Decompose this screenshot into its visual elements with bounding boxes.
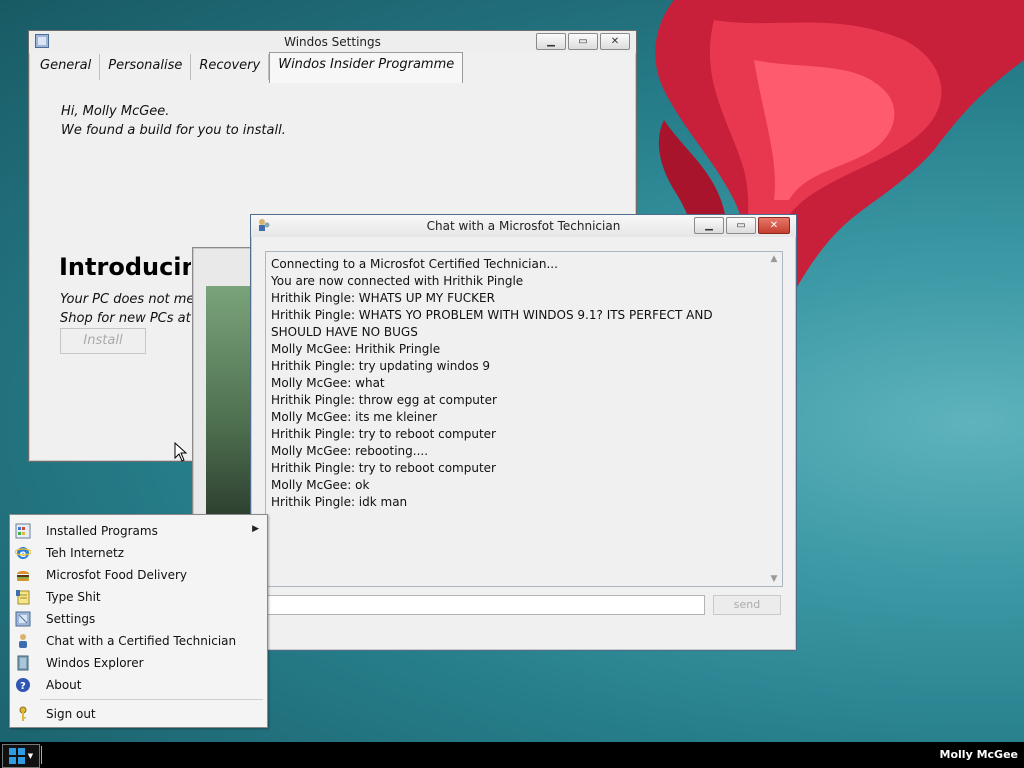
chat-minimize-button[interactable]: ▁ (694, 217, 724, 234)
chat-message: Molly McGee: ok (271, 478, 370, 492)
scroll-down-icon[interactable]: ▼ (766, 574, 782, 584)
chat-message: Hrithik Pingle: throw egg at computer (271, 393, 497, 407)
chat-close-button[interactable]: ✕ (758, 217, 790, 234)
settings-titlebar[interactable]: Windos Settings ▁ ▭ ✕ (29, 31, 636, 53)
tab-recovery[interactable]: Recovery (191, 54, 270, 80)
menu-item-teh-internetz[interactable]: e Teh Internetz (10, 542, 267, 564)
chat-message: Molly McGee: Hrithik Pringle (271, 342, 441, 356)
maximize-icon: ▭ (578, 36, 588, 47)
menu-item-label: Microsfot Food Delivery (46, 568, 188, 582)
menu-item-label: Sign out (46, 707, 96, 721)
chat-log[interactable]: Connecting to a Microsfot Certified Tech… (265, 251, 783, 587)
tab-personalise[interactable]: Personalise (100, 54, 192, 80)
minimize-icon: ▁ (547, 36, 555, 47)
chat-message: Molly McGee: what (271, 376, 385, 390)
chat-message: Hrithik Pingle: WHATS YO PROBLEM WITH WI… (271, 308, 713, 339)
chat-message: Hrithik Pingle: try to reboot computer (271, 427, 496, 441)
menu-item-label: Windos Explorer (46, 656, 144, 670)
menu-separator (40, 699, 263, 700)
chat-message: Hrithik Pingle: try to reboot computer (271, 461, 496, 475)
tab-general[interactable]: General (32, 54, 101, 80)
programs-icon (15, 523, 31, 539)
chat-messages: Connecting to a Microsfot Certified Tech… (271, 256, 764, 511)
start-button[interactable]: ▼ (2, 744, 40, 768)
chat-titlebar[interactable]: Chat with a Microsfot Technician ▁ ▭ ✕ (251, 215, 796, 237)
settings-icon (15, 611, 31, 627)
help-icon: ? (15, 677, 31, 693)
chat-scrollbar[interactable]: ▲ ▼ (766, 252, 782, 586)
chat-window: Chat with a Microsfot Technician ▁ ▭ ✕ C… (250, 214, 797, 651)
chat-message-input[interactable] (265, 595, 705, 615)
menu-item-food-delivery[interactable]: Microsfot Food Delivery (10, 564, 267, 586)
menu-item-label: Settings (46, 612, 96, 626)
build-message: We found a build for you to install. (61, 123, 286, 138)
scroll-up-icon[interactable]: ▲ (766, 254, 782, 264)
start-menu: Installed Programs ▶ e Teh Internetz Mic… (9, 514, 268, 728)
chat-maximize-button[interactable]: ▭ (726, 217, 756, 234)
taskbar: ▼ Molly McGee (0, 742, 1024, 768)
windows-logo-icon (8, 748, 25, 764)
menu-item-label: Chat with a Certified Technician (46, 634, 237, 648)
svg-text:?: ? (20, 681, 26, 692)
tab-windos-insider[interactable]: Windos Insider Programme (269, 52, 464, 83)
chat-message: Hrithik Pingle: idk man (271, 495, 408, 509)
chat-message: Connecting to a Microsfot Certified Tech… (271, 257, 558, 271)
taskbar-username: Molly McGee (939, 748, 1018, 761)
minimize-button[interactable]: ▁ (536, 33, 566, 50)
chat-message: You are now connected with Hrithik Pingl… (271, 274, 524, 288)
maximize-icon: ▭ (736, 220, 746, 231)
menu-item-about[interactable]: ? About (10, 674, 267, 696)
menu-item-type-shit[interactable]: Type Shit (10, 586, 267, 608)
settings-tabs: General Personalise Recovery Windos Insi… (32, 52, 464, 83)
menu-item-label: Type Shit (46, 590, 101, 604)
menu-item-windos-explorer[interactable]: Windos Explorer (10, 652, 267, 674)
chat-message: Molly McGee: its me kleiner (271, 410, 438, 424)
explorer-icon (15, 655, 31, 671)
pc-requirements-text: Your PC does not mee (60, 292, 203, 307)
send-button[interactable]: send (713, 595, 781, 615)
burger-icon (15, 567, 31, 583)
technician-icon (15, 633, 31, 649)
menu-item-label: About (46, 678, 82, 692)
maximize-button[interactable]: ▭ (568, 33, 598, 50)
greeting-text: Hi, Molly McGee. (61, 104, 170, 119)
shop-pcs-text: Shop for new PCs at n (60, 311, 204, 326)
introducing-heading: Introducing (59, 253, 191, 281)
close-button[interactable]: ✕ (600, 33, 630, 50)
chat-message: Hrithik Pingle: WHATS UP MY FUCKER (271, 291, 495, 305)
close-icon: ✕ (610, 36, 620, 47)
menu-item-installed-programs[interactable]: Installed Programs ▶ (10, 520, 267, 542)
menu-item-sign-out[interactable]: Sign out (10, 703, 267, 725)
menu-item-chat-technician[interactable]: Chat with a Certified Technician (10, 630, 267, 652)
minimize-icon: ▁ (705, 220, 713, 231)
install-button[interactable]: Install (60, 328, 146, 354)
chat-message: Hrithik Pingle: try updating windos 9 (271, 359, 491, 373)
menu-item-label: Installed Programs (46, 524, 158, 538)
internet-explorer-icon: e (15, 545, 31, 561)
close-icon: ✕ (769, 220, 779, 231)
menu-item-settings[interactable]: Settings (10, 608, 267, 630)
chat-message: Molly McGee: rebooting.... (271, 444, 429, 458)
submenu-arrow-icon: ▶ (252, 524, 259, 534)
taskbar-separator (41, 746, 42, 764)
caret-down-icon: ▼ (27, 752, 34, 760)
key-icon (15, 706, 31, 722)
menu-item-label: Teh Internetz (46, 546, 125, 560)
notepad-icon (15, 589, 31, 605)
mouse-cursor-icon (174, 442, 188, 462)
